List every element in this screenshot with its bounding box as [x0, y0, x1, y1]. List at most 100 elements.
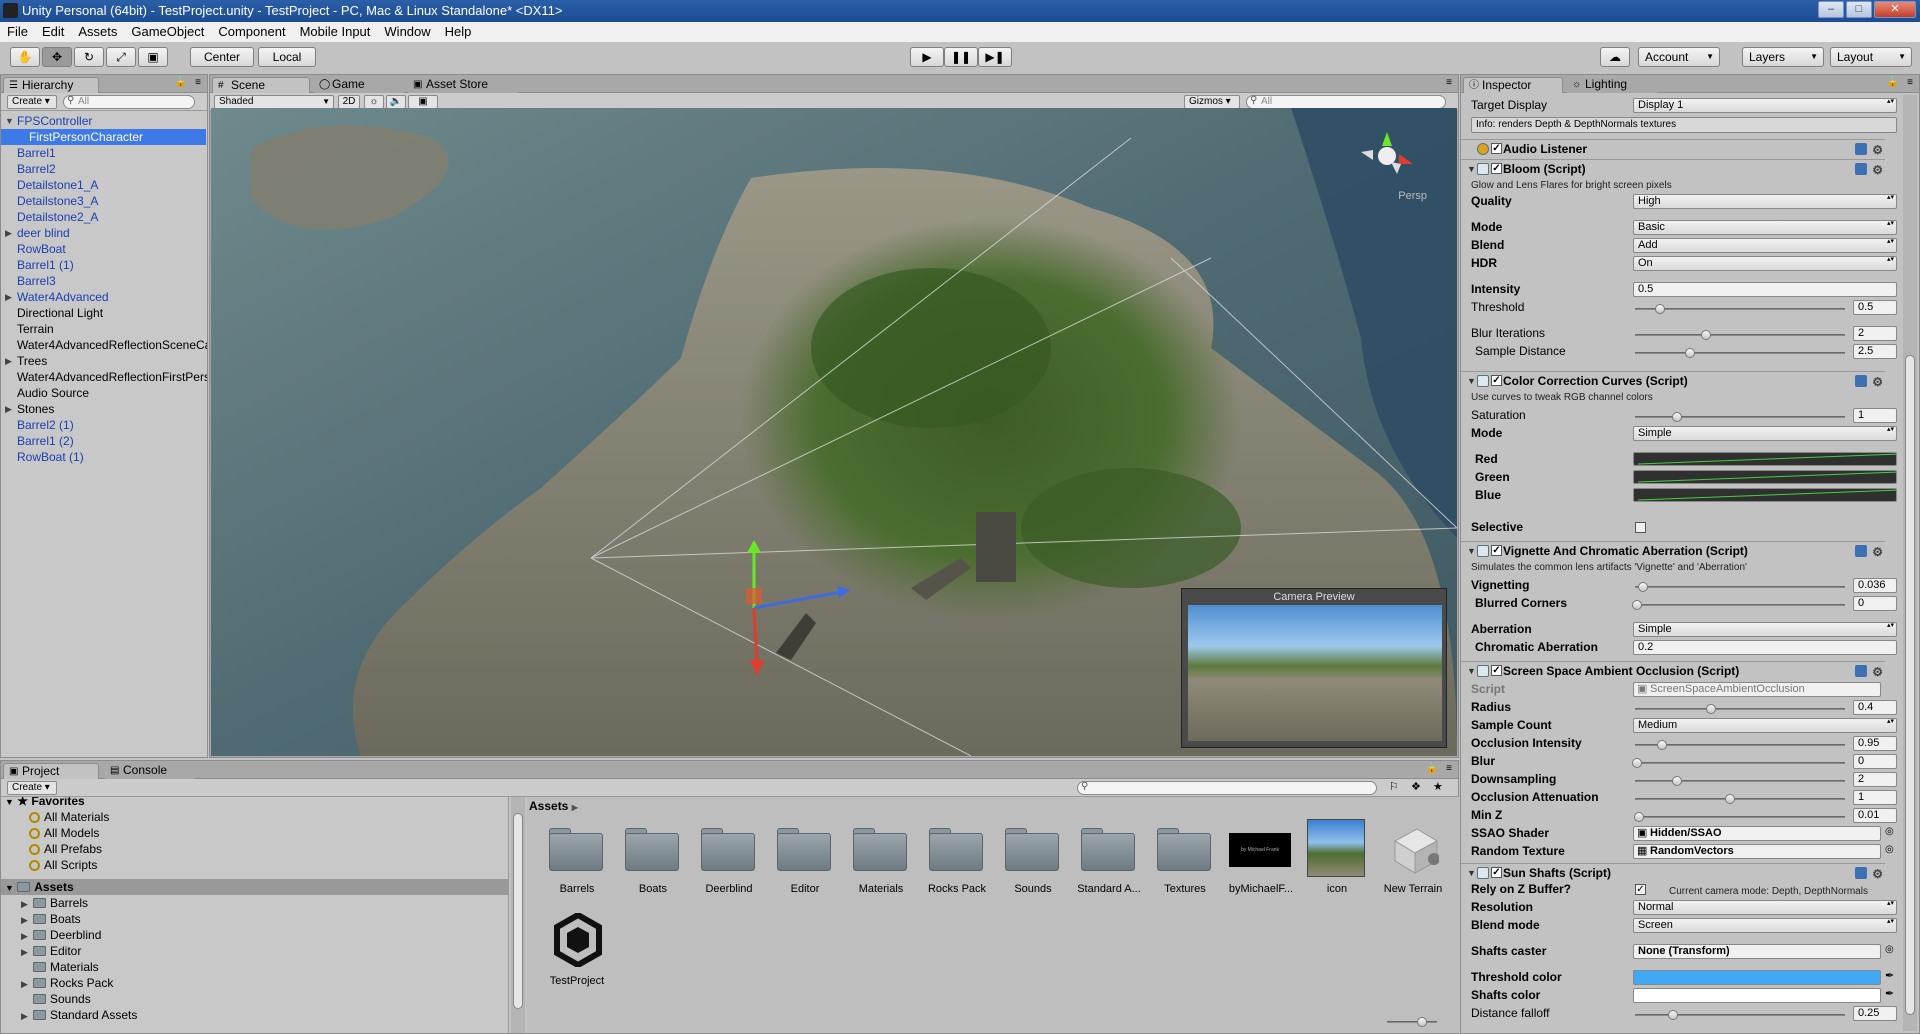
help-icon[interactable]: [1855, 545, 1867, 557]
help-icon[interactable]: [1855, 867, 1867, 879]
hierarchy-item[interactable]: Terrain: [17, 321, 54, 337]
gizmos-dropdown[interactable]: Gizmos ▾: [1184, 95, 1240, 109]
mode-dropdown[interactable]: Basic: [1633, 220, 1897, 235]
scrollbar-thumb[interactable]: [513, 813, 523, 1009]
green-curve-field[interactable]: [1633, 470, 1897, 484]
slider-knob[interactable]: [1705, 704, 1716, 714]
expand-arrow-icon[interactable]: ▶: [5, 289, 12, 305]
shafts-color-swatch[interactable]: [1633, 988, 1881, 1003]
expand-arrow-icon[interactable]: ▶: [5, 225, 12, 241]
blur-field[interactable]: 0: [1853, 754, 1897, 769]
blend-mode-dropdown[interactable]: Screen: [1633, 918, 1897, 933]
threshold-field[interactable]: 0.5: [1853, 300, 1897, 315]
selective-checkbox[interactable]: [1635, 522, 1646, 533]
saturation-slider[interactable]: [1635, 412, 1845, 422]
folder-asset[interactable]: Boats: [615, 819, 691, 905]
chromatic-aberration-field[interactable]: 0.2: [1633, 640, 1897, 655]
move-tool-button[interactable]: ✥: [42, 47, 72, 67]
folder-tree-item[interactable]: ▶ Rocks Pack: [21, 975, 113, 991]
step-button[interactable]: ▶❚: [978, 47, 1012, 67]
blurred-corners-slider[interactable]: [1632, 600, 1845, 610]
minimize-button[interactable]: –: [1818, 1, 1844, 18]
folder-tree-item[interactable]: ▶ Boats: [21, 911, 81, 927]
assets-breadcrumb[interactable]: Assets ▶: [529, 799, 578, 813]
lock-icon[interactable]: 🔒: [1887, 77, 1899, 88]
radius-field[interactable]: 0.4: [1853, 700, 1897, 715]
hierarchy-item[interactable]: RowBoat (1): [17, 449, 84, 465]
filter-label-icon[interactable]: ❖: [1411, 780, 1421, 793]
scale-tool-button[interactable]: ⤢: [106, 47, 136, 67]
slider-knob[interactable]: [1701, 330, 1712, 340]
folder-asset[interactable]: Textures: [1147, 819, 1223, 905]
rect-tool-button[interactable]: ▣: [138, 47, 168, 67]
target-display-dropdown[interactable]: Display 1: [1633, 98, 1897, 113]
folder-tree-item[interactable]: Materials: [21, 959, 99, 975]
vignette-header[interactable]: ▼ ✓ Vignette And Chromatic Aberration (Scr…: [1461, 541, 1885, 559]
folder-asset[interactable]: Materials: [843, 819, 919, 905]
shading-mode-dropdown[interactable]: Shaded ▼: [214, 95, 334, 109]
account-dropdown[interactable]: Account ▼: [1638, 47, 1720, 67]
hierarchy-item[interactable]: Detailstone2_A: [17, 209, 98, 225]
sample-count-dropdown[interactable]: Medium: [1633, 718, 1897, 733]
folder-asset[interactable]: Editor: [767, 819, 843, 905]
object-picker-icon[interactable]: ◎: [1885, 826, 1894, 837]
enabled-checkbox[interactable]: ✓: [1491, 143, 1502, 154]
inspector-scrollbar[interactable]: [1903, 95, 1917, 1031]
audio-listener-header[interactable]: ✓ Audio Listener ⚙: [1461, 139, 1885, 157]
lock-icon[interactable]: 🔒: [1426, 763, 1438, 774]
hierarchy-item[interactable]: FirstPersonCharacter: [1, 129, 206, 145]
enabled-checkbox[interactable]: ✓: [1491, 163, 1502, 174]
distance-falloff-field[interactable]: 0.25: [1853, 1006, 1897, 1021]
favorite-item[interactable]: All Materials: [29, 809, 109, 825]
folder-asset[interactable]: Standard A...: [1071, 819, 1147, 905]
slider-knob[interactable]: [1657, 740, 1668, 750]
sample-distance-field[interactable]: 2.5: [1853, 344, 1897, 359]
hierarchy-item[interactable]: Barrel1 (1): [17, 257, 74, 273]
menu-help[interactable]: Help: [438, 22, 479, 42]
folder-tree-item[interactable]: ▶ Barrels: [21, 895, 88, 911]
hierarchy-item[interactable]: Detailstone1_A: [17, 177, 98, 193]
bloom-header[interactable]: ▼ ✓ Bloom (Script) ⚙: [1461, 159, 1885, 177]
hierarchy-item[interactable]: ▶ Water4Advanced: [5, 289, 109, 305]
hierarchy-item[interactable]: Barrel3: [17, 273, 56, 289]
tree-scrollbar[interactable]: [511, 797, 525, 1033]
gear-icon[interactable]: ⚙: [1872, 865, 1883, 883]
slider-knob[interactable]: [1724, 794, 1735, 804]
menu-mobile-input[interactable]: Mobile Input: [293, 22, 378, 42]
rotate-tool-button[interactable]: ↻: [74, 47, 104, 67]
hand-tool-button[interactable]: ✋: [10, 47, 40, 67]
texture-asset[interactable]: by Michael Frank byMichaelF...: [1223, 819, 1299, 905]
object-picker-icon[interactable]: ◎: [1885, 944, 1894, 955]
hierarchy-item[interactable]: Barrel1 (2): [17, 433, 74, 449]
folder-asset[interactable]: Deerblind: [691, 819, 767, 905]
persp-label[interactable]: Persp: [1398, 190, 1427, 202]
folder-asset[interactable]: Sounds: [995, 819, 1071, 905]
pivot-center-toggle[interactable]: Center: [190, 47, 254, 67]
scene-asset[interactable]: TestProject: [539, 911, 615, 997]
expand-arrow-icon[interactable]: ▶: [21, 896, 33, 912]
saturation-field[interactable]: 1: [1853, 408, 1897, 423]
blur-iterations-slider[interactable]: [1635, 330, 1845, 340]
menu-component[interactable]: Component: [211, 22, 292, 42]
gear-icon[interactable]: ⚙: [1872, 663, 1883, 681]
expand-arrow-icon[interactable]: ▶: [21, 1008, 33, 1024]
expand-arrow-icon[interactable]: ▼: [5, 113, 14, 129]
gear-icon[interactable]: ⚙: [1872, 373, 1883, 391]
hierarchy-item[interactable]: Directional Light: [17, 305, 103, 321]
radius-slider[interactable]: [1635, 704, 1845, 714]
min-z-slider[interactable]: [1634, 812, 1845, 822]
menu-gameobject[interactable]: GameObject: [124, 22, 211, 42]
intensity-field[interactable]: 0.5: [1633, 282, 1897, 297]
filter-type-icon[interactable]: ⚐: [1389, 780, 1399, 793]
downsampling-slider[interactable]: [1635, 776, 1845, 786]
ccc-mode-dropdown[interactable]: Simple: [1633, 426, 1897, 441]
folder-tree-item[interactable]: ▶ Deerblind: [21, 927, 101, 943]
gear-icon[interactable]: ⚙: [1872, 141, 1883, 159]
shafts-caster-field[interactable]: None (Transform): [1633, 944, 1881, 959]
tab-hierarchy[interactable]: ☰ Hierarchy: [3, 77, 99, 93]
enabled-checkbox[interactable]: ✓: [1491, 665, 1502, 676]
slider-knob[interactable]: [1634, 812, 1644, 822]
hierarchy-item[interactable]: Detailstone3_A: [17, 193, 98, 209]
enabled-checkbox[interactable]: ✓: [1491, 375, 1502, 386]
object-picker-icon[interactable]: ◎: [1885, 844, 1894, 855]
